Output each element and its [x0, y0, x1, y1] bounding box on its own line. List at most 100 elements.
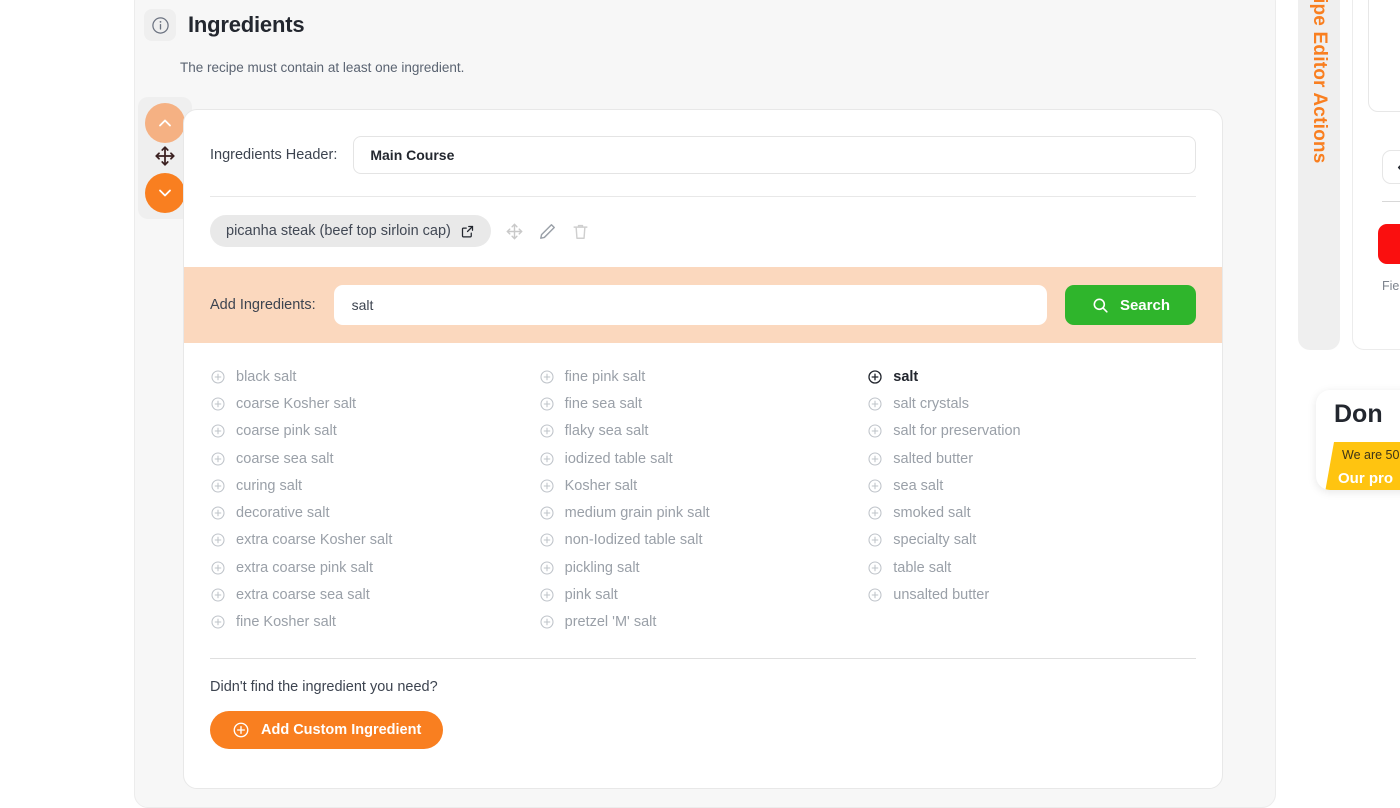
add-ingredient-icon[interactable] — [210, 423, 226, 439]
ingredient-search-input[interactable] — [333, 285, 1047, 325]
add-ingredient-icon[interactable] — [210, 587, 226, 603]
ingredients-card: Ingredients Header: picanha steak (beef … — [183, 109, 1223, 789]
result-item[interactable]: salt — [867, 363, 1196, 390]
chip-delete-button[interactable] — [571, 222, 590, 241]
promo-banner[interactable]: Don We are 50% Our pro — [1316, 390, 1400, 490]
result-item-label: pink salt — [564, 587, 618, 604]
plus-circle-icon — [540, 506, 554, 520]
result-item[interactable]: extra coarse pink salt — [210, 554, 539, 581]
plus-circle-icon — [540, 561, 554, 575]
divider — [1382, 201, 1400, 202]
result-item[interactable]: salted butter — [867, 445, 1196, 472]
add-ingredient-icon[interactable] — [210, 505, 226, 521]
plus-circle-icon — [868, 533, 882, 547]
result-item[interactable]: unsalted butter — [867, 581, 1196, 608]
result-item-label: salted butter — [893, 450, 974, 467]
collapse-panel-button[interactable] — [1382, 150, 1400, 184]
add-ingredient-icon[interactable] — [539, 587, 555, 603]
chevron-down-icon — [159, 189, 171, 197]
result-item[interactable]: salt for preservation — [867, 418, 1196, 445]
result-item[interactable]: medium grain pink salt — [539, 499, 868, 526]
add-ingredient-icon[interactable] — [867, 532, 883, 548]
result-item[interactable]: flaky sea salt — [539, 418, 868, 445]
search-button[interactable]: Search — [1064, 285, 1196, 325]
result-item[interactable]: Kosher salt — [539, 472, 868, 499]
chip-edit-button[interactable] — [538, 222, 557, 241]
result-item-label: salt crystals — [893, 395, 969, 412]
add-ingredient-icon[interactable] — [210, 614, 226, 630]
plus-circle-icon — [868, 369, 882, 384]
result-item[interactable]: fine pink salt — [539, 363, 868, 390]
add-ingredient-icon[interactable] — [210, 396, 226, 412]
chevron-left-icon — [1397, 164, 1400, 170]
add-ingredient-icon[interactable] — [867, 369, 883, 385]
add-custom-ingredient-button[interactable]: Add Custom Ingredient — [210, 710, 444, 749]
result-item[interactable]: smoked salt — [867, 499, 1196, 526]
chip-move-button[interactable] — [505, 222, 524, 241]
add-ingredient-icon[interactable] — [867, 505, 883, 521]
result-item[interactable]: pink salt — [539, 581, 868, 608]
result-item[interactable]: curing salt — [210, 472, 539, 499]
add-ingredient-icon[interactable] — [539, 560, 555, 576]
result-item[interactable]: fine Kosher salt — [210, 609, 539, 636]
ingredients-editor-panel: Ingredients The recipe must contain at l… — [134, 0, 1276, 808]
result-item[interactable]: specialty salt — [867, 527, 1196, 554]
add-ingredient-icon[interactable] — [210, 560, 226, 576]
ingredient-chip[interactable]: picanha steak (beef top sirloin cap) — [210, 215, 491, 247]
add-ingredient-icon[interactable] — [210, 451, 226, 467]
result-item[interactable]: coarse sea salt — [210, 445, 539, 472]
result-item[interactable]: pretzel 'M' salt — [539, 609, 868, 636]
external-link-icon[interactable] — [460, 224, 475, 239]
add-ingredient-icon[interactable] — [867, 396, 883, 412]
plus-circle-icon — [540, 424, 554, 438]
result-item-label: coarse sea salt — [236, 450, 334, 467]
result-item-label: medium grain pink salt — [564, 505, 710, 522]
result-item[interactable]: black salt — [210, 363, 539, 390]
section-subtitle: The recipe must contain at least one ing… — [180, 60, 465, 75]
result-item[interactable]: decorative salt — [210, 499, 539, 526]
add-ingredient-icon[interactable] — [539, 532, 555, 548]
result-item-label: smoked salt — [893, 505, 971, 522]
add-ingredient-icon[interactable] — [539, 451, 555, 467]
result-item-label: fine pink salt — [564, 368, 646, 385]
add-ingredient-icon[interactable] — [867, 451, 883, 467]
drag-handle[interactable] — [154, 145, 176, 172]
add-ingredient-icon[interactable] — [539, 369, 555, 385]
result-item[interactable]: pickling salt — [539, 554, 868, 581]
result-item-label: coarse Kosher salt — [236, 395, 357, 412]
result-item[interactable]: sea salt — [867, 472, 1196, 499]
result-item[interactable]: salt crystals — [867, 390, 1196, 417]
add-ingredient-icon[interactable] — [539, 396, 555, 412]
add-ingredient-icon[interactable] — [210, 369, 226, 385]
add-ingredient-icon[interactable] — [867, 478, 883, 494]
plus-circle-icon — [868, 424, 882, 438]
add-ingredient-icon[interactable] — [539, 423, 555, 439]
result-item[interactable]: coarse Kosher salt — [210, 390, 539, 417]
move-up-button[interactable] — [145, 103, 185, 143]
plus-circle-icon — [868, 397, 882, 411]
add-ingredient-icon[interactable] — [539, 478, 555, 494]
add-ingredient-icon[interactable] — [210, 532, 226, 548]
recipe-editor-actions-rail[interactable]: ipe Editor Actions — [1298, 0, 1340, 350]
result-item[interactable]: extra coarse sea salt — [210, 581, 539, 608]
result-item[interactable]: fine sea salt — [539, 390, 868, 417]
move-down-button[interactable] — [145, 173, 185, 213]
delete-recipe-button[interactable] — [1378, 224, 1400, 264]
add-ingredients-band: Add Ingredients: Search — [184, 267, 1222, 343]
add-ingredient-icon[interactable] — [210, 478, 226, 494]
result-item[interactable]: extra coarse Kosher salt — [210, 527, 539, 554]
result-item[interactable]: coarse pink salt — [210, 418, 539, 445]
add-ingredient-icon[interactable] — [867, 560, 883, 576]
result-item-label: sea salt — [893, 477, 944, 494]
add-ingredient-icon[interactable] — [539, 505, 555, 521]
add-ingredient-icon[interactable] — [539, 614, 555, 630]
search-icon — [1093, 298, 1108, 313]
ingredients-header-input[interactable] — [353, 136, 1196, 174]
result-item[interactable]: iodized table salt — [539, 445, 868, 472]
add-ingredient-icon[interactable] — [867, 587, 883, 603]
add-ingredient-icon[interactable] — [867, 423, 883, 439]
result-item[interactable]: non-Iodized table salt — [539, 527, 868, 554]
promo-line-1: We are 50% — [1342, 448, 1400, 462]
result-item[interactable]: table salt — [867, 554, 1196, 581]
not-found-question: Didn't find the ingredient you need? — [210, 678, 438, 695]
